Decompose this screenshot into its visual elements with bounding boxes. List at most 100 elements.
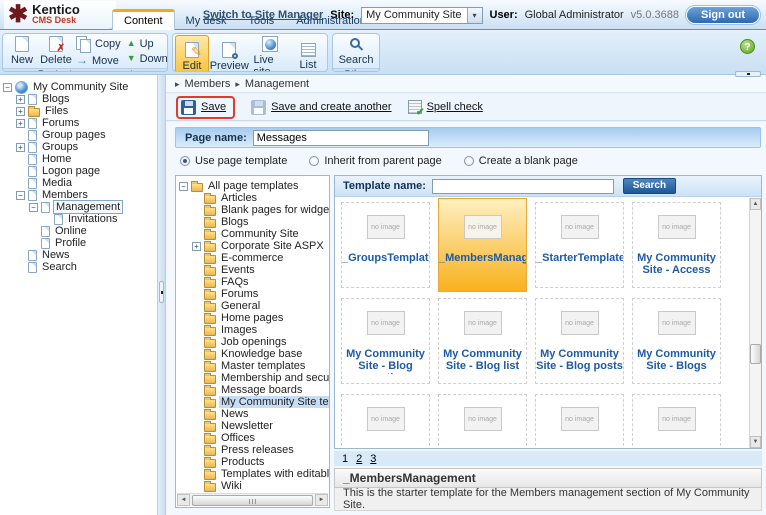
- tree-item-templates-with-editable-regio[interactable]: Templates with editable regio: [176, 468, 329, 480]
- scrollbar-thumb[interactable]: [750, 344, 761, 364]
- new-button[interactable]: New: [5, 35, 39, 67]
- tree-item-my-community-site-templates[interactable]: My Community Site templates: [176, 396, 329, 408]
- scrollbar-thumb[interactable]: [192, 494, 313, 506]
- help-icon[interactable]: [740, 39, 755, 54]
- tree-item-all-page-templates[interactable]: All page templates: [176, 180, 329, 192]
- template-card-membersmanagement[interactable]: no image _MembersManagement: [438, 198, 527, 292]
- radio-create-blank-page[interactable]: Create a blank page: [463, 155, 578, 167]
- expander-plus-icon[interactable]: [192, 241, 201, 251]
- expander-plus-icon[interactable]: [16, 118, 25, 128]
- tree-item-products[interactable]: Products: [176, 456, 329, 468]
- tree-item-general[interactable]: General: [176, 300, 329, 312]
- down-button[interactable]: Down: [127, 53, 167, 65]
- expander-plus-icon[interactable]: [16, 94, 25, 104]
- scroll-down-icon[interactable]: ▼: [750, 436, 761, 448]
- expander-plus-icon[interactable]: [16, 106, 25, 116]
- tree-item-blogs[interactable]: Blogs: [0, 93, 157, 105]
- page-1[interactable]: 1: [342, 453, 348, 465]
- template-card-partial-10[interactable]: no image: [535, 394, 624, 448]
- panel-collapse-handle[interactable]: [735, 71, 761, 77]
- site-select[interactable]: My Community Site: [361, 6, 483, 24]
- tab-content[interactable]: Content: [112, 9, 175, 30]
- delete-button[interactable]: Delete: [39, 35, 73, 67]
- template-card-partial-9[interactable]: no image: [438, 394, 527, 448]
- tree-item-management[interactable]: Management: [0, 200, 157, 214]
- tree-item-wiki[interactable]: Wiki: [176, 480, 329, 492]
- tree-item-e-commerce[interactable]: E-commerce: [176, 252, 329, 264]
- tree-item-home[interactable]: Home: [0, 153, 157, 165]
- expander-minus-icon[interactable]: [29, 202, 38, 212]
- radio-checked-icon[interactable]: [180, 156, 190, 166]
- template-name-input[interactable]: [431, 178, 614, 194]
- tree-item-news[interactable]: News: [0, 249, 157, 261]
- breadcrumb-management[interactable]: Management: [245, 78, 309, 90]
- template-card-startertemplate[interactable]: no image _StarterTemplate: [535, 202, 624, 288]
- preview-button[interactable]: Preview: [209, 35, 249, 71]
- template-card-groupstemplate[interactable]: no image _GroupsTemplate: [341, 202, 430, 288]
- tree-item-logon-page[interactable]: Logon page: [0, 165, 157, 177]
- scroll-right-icon[interactable]: ►: [315, 494, 328, 506]
- list-button[interactable]: List: [291, 35, 325, 71]
- scroll-left-icon[interactable]: ◄: [177, 494, 190, 506]
- tree-item-membership-and-security[interactable]: Membership and security: [176, 372, 329, 384]
- template-card-my-community-site-blog-creation[interactable]: no image My Community Site - Blog creatio…: [341, 298, 430, 384]
- page-2[interactable]: 2: [356, 453, 362, 465]
- save-button[interactable]: Save: [181, 99, 226, 115]
- radio-inherit-from-parent[interactable]: Inherit from parent page: [309, 155, 442, 167]
- tree-item-invitations[interactable]: Invitations: [0, 213, 157, 225]
- splitter-handle[interactable]: [159, 281, 164, 303]
- tree-item-images[interactable]: Images: [176, 324, 329, 336]
- tree-item-articles[interactable]: Articles: [176, 192, 329, 204]
- tree-item-profile[interactable]: Profile: [0, 237, 157, 249]
- tree-item-files[interactable]: Files: [0, 105, 157, 117]
- vertical-scrollbar[interactable]: ▲ ▼: [749, 198, 761, 448]
- template-card-my-community-site-blogs[interactable]: no image My Community Site - Blogs: [632, 298, 721, 384]
- breadcrumb-members[interactable]: Members: [185, 78, 231, 90]
- tree-item-events[interactable]: Events: [176, 264, 329, 276]
- tree-item-press-releases[interactable]: Press releases: [176, 444, 329, 456]
- search-button[interactable]: Search: [335, 35, 377, 67]
- radio-icon[interactable]: [309, 156, 320, 166]
- tree-item-message-boards[interactable]: Message boards: [176, 384, 329, 396]
- tree-item-offices[interactable]: Offices: [176, 432, 329, 444]
- expander-plus-icon[interactable]: [16, 142, 25, 152]
- template-card-partial-8[interactable]: no image: [341, 394, 430, 448]
- tree-item-forums[interactable]: Forums: [176, 288, 329, 300]
- tree-item-news[interactable]: News: [176, 408, 329, 420]
- expander-minus-icon[interactable]: [179, 181, 188, 191]
- copy-button[interactable]: Copy: [76, 35, 121, 53]
- chevron-down-icon[interactable]: [466, 7, 482, 23]
- expander-minus-icon[interactable]: [16, 190, 25, 200]
- up-button[interactable]: Up: [127, 38, 167, 50]
- tree-item-group-pages[interactable]: Group pages: [0, 129, 157, 141]
- page-3[interactable]: 3: [370, 453, 376, 465]
- tree-item-search[interactable]: Search: [0, 261, 157, 273]
- tree-item-corporate-site-aspx[interactable]: Corporate Site ASPX: [176, 240, 329, 252]
- vertical-splitter[interactable]: [158, 75, 166, 515]
- save-and-create-another-button[interactable]: Save and create another: [251, 99, 392, 115]
- move-button[interactable]: Move: [76, 55, 121, 67]
- edit-button[interactable]: Edit: [175, 35, 209, 71]
- template-card-my-community-site-access[interactable]: no image My Community Site - Access: [632, 202, 721, 288]
- radio-icon[interactable]: [463, 156, 474, 166]
- tree-item-home-pages[interactable]: Home pages: [176, 312, 329, 324]
- sign-out-button[interactable]: Sign out: [685, 5, 761, 25]
- radio-use-page-template[interactable]: Use page template: [180, 155, 287, 167]
- tree-item-media[interactable]: Media: [0, 177, 157, 189]
- template-card-my-community-site-blog-posts[interactable]: no image My Community Site - Blog posts: [535, 298, 624, 384]
- expander-minus-icon[interactable]: [3, 82, 12, 92]
- live-site-button[interactable]: Live site: [249, 35, 291, 71]
- tree-item-forums[interactable]: Forums: [0, 117, 157, 129]
- switch-to-site-manager-link[interactable]: Switch to Site Manager: [203, 9, 323, 21]
- page-name-input[interactable]: [252, 129, 429, 146]
- scroll-up-icon[interactable]: ▲: [750, 198, 761, 210]
- template-card-partial-11[interactable]: no image: [632, 394, 721, 448]
- tree-item-master-templates[interactable]: Master templates: [176, 360, 329, 372]
- horizontal-scrollbar[interactable]: ◄ ►: [177, 493, 328, 506]
- tree-item-faqs[interactable]: FAQs: [176, 276, 329, 288]
- tree-item-knowledge-base[interactable]: Knowledge base: [176, 348, 329, 360]
- tree-item-my-community-site[interactable]: My Community Site: [0, 80, 157, 94]
- tree-item-groups[interactable]: Groups: [0, 141, 157, 153]
- tree-item-online[interactable]: Online: [0, 225, 157, 237]
- template-card-my-community-site-blog-list[interactable]: no image My Community Site - Blog list: [438, 298, 527, 384]
